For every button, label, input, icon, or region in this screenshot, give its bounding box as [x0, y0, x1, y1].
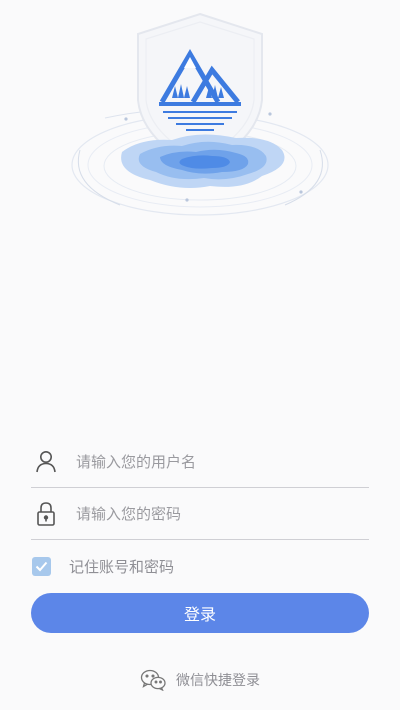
- remember-checkbox[interactable]: [32, 556, 51, 576]
- remember-label: 记住账号和密码: [69, 557, 175, 576]
- user-icon: [32, 448, 60, 476]
- username-input[interactable]: [76, 447, 369, 477]
- lock-icon: [32, 500, 60, 528]
- password-field[interactable]: [31, 489, 369, 540]
- mountain-shield-lake-icon: [71, 12, 329, 216]
- wechat-icon: [140, 669, 166, 691]
- wechat-login-link[interactable]: 微信快捷登录: [0, 665, 400, 695]
- login-screen: 记住账号和密码 登录 微信快捷登录: [0, 0, 400, 710]
- wechat-login-label: 微信快捷登录: [176, 673, 260, 689]
- checkmark-icon: [35, 561, 48, 571]
- login-button[interactable]: 登录: [31, 593, 369, 633]
- username-field[interactable]: [31, 437, 369, 488]
- password-input[interactable]: [76, 499, 369, 529]
- remember-me-row[interactable]: 记住账号和密码: [32, 555, 174, 577]
